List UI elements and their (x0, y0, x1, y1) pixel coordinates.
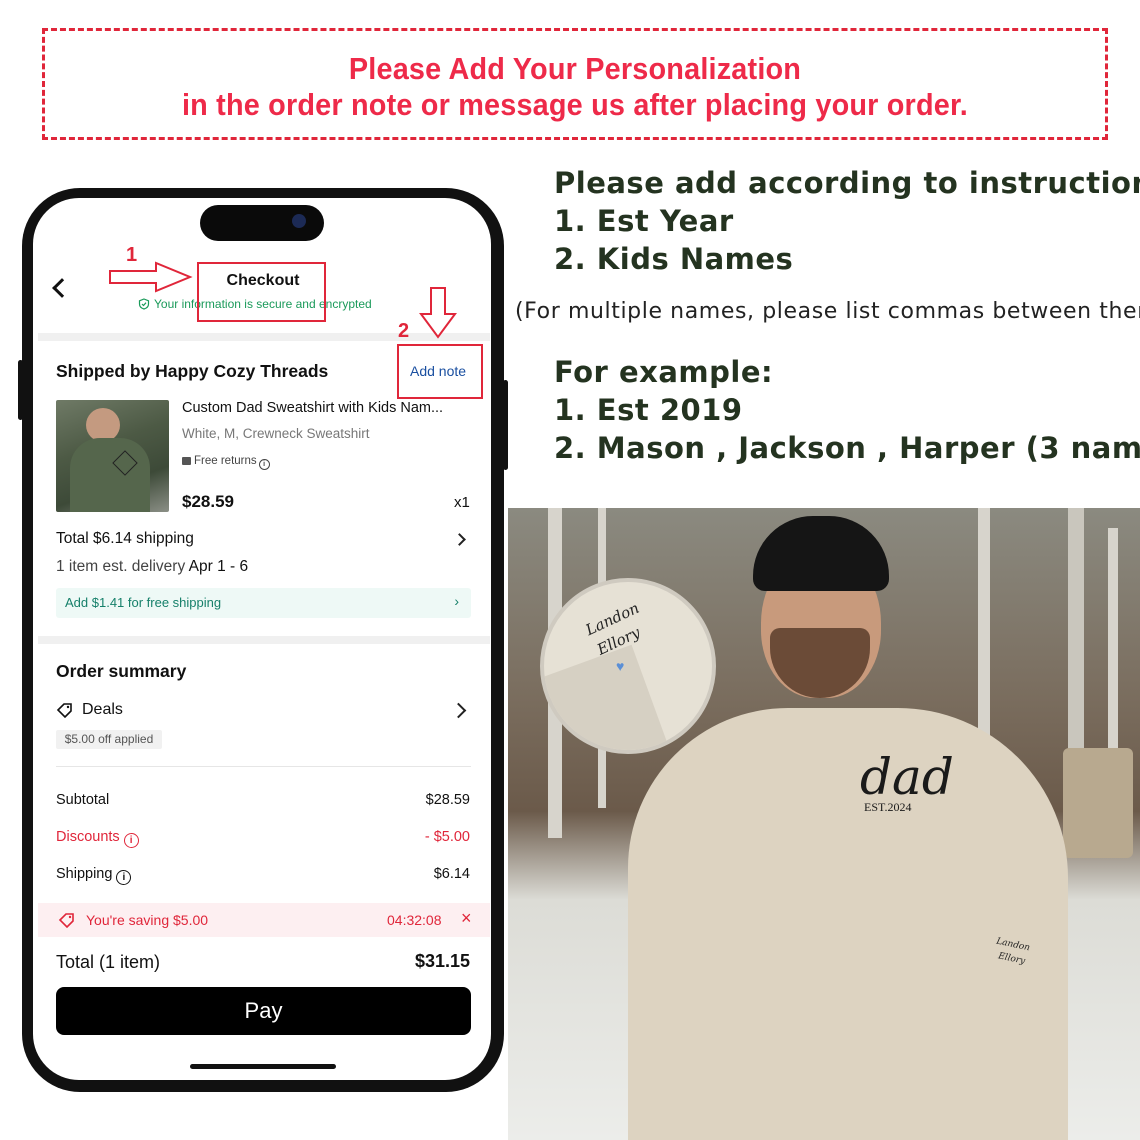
annotation-arrow-down-icon (419, 287, 457, 339)
divider (56, 766, 471, 767)
deals-label[interactable]: Deals (82, 701, 123, 719)
instructions-note: (For multiple names, please list commas … (515, 299, 1140, 324)
product-thumbnail[interactable] (56, 400, 169, 512)
discounts-label: Discounts (56, 829, 120, 845)
chest-est-text: EST.2024 (864, 800, 912, 814)
discounts-row: Discounts i (56, 829, 139, 848)
close-icon[interactable]: × (461, 908, 472, 929)
product-price: $28.59 (182, 492, 234, 511)
delivery-prefix: 1 item est. delivery (56, 558, 189, 575)
example-heading: For example: (554, 355, 774, 389)
tag-icon (58, 913, 74, 928)
free-returns: Free returns i (182, 455, 270, 470)
chest-script: dad (860, 748, 954, 806)
savings-banner: You're saving $5.00 04:32:08 × (38, 903, 490, 937)
countdown-timer: 04:32:08 (387, 912, 442, 928)
annotation-number-2: 2 (398, 320, 410, 342)
free-shipping-banner[interactable]: Add $1.41 for free shipping › (56, 588, 471, 618)
order-summary-heading: Order summary (56, 661, 187, 681)
shipping-label: Shipping (56, 866, 113, 882)
instruction-item-kids-names: 2. Kids Names (554, 242, 794, 276)
subtotal-label: Subtotal (56, 792, 110, 808)
instructions-heading: Please add according to instructions: (554, 166, 1140, 200)
product-name[interactable]: Custom Dad Sweatshirt with Kids Nam... (182, 400, 443, 416)
tag-icon (56, 703, 72, 718)
shipping-value: $6.14 (433, 866, 470, 882)
banner-line-2: in the order note or message us after pl… (181, 87, 968, 122)
banner-line-1: Please Add Your Personalization (348, 51, 802, 86)
total-value: $31.15 (414, 951, 470, 971)
personalization-banner: Please Add Your Personalization in the o… (42, 28, 1108, 140)
free-returns-label: Free returns (194, 455, 257, 467)
delivery-dates: Apr 1 - 6 (188, 558, 249, 575)
annotation-arrow-right-icon (109, 261, 193, 293)
beanie (753, 516, 889, 591)
shield-check-icon (138, 298, 150, 310)
example-kids-names: 2. Mason , Jackson , Harper (3 names) (554, 431, 1140, 465)
sleeve-closeup-inset: Landon Ellory ♥ (540, 578, 716, 754)
heart-icon: ♥ (616, 658, 625, 674)
info-icon[interactable]: i (116, 870, 132, 885)
seller-heading: Shipped by Happy Cozy Threads (56, 361, 329, 381)
shipping-total[interactable]: Total $6.14 shipping (56, 530, 194, 548)
annotation-box-add-note (397, 344, 483, 399)
deals-applied-badge: $5.00 off applied (56, 730, 162, 749)
pay-button[interactable]: Pay (56, 987, 471, 1035)
section-divider (38, 636, 490, 644)
chevron-right-icon: › (454, 593, 459, 609)
free-shipping-text: Add $1.41 for free shipping (65, 595, 222, 610)
savings-text: You're saving $5.00 (86, 912, 209, 928)
instruction-item-est-year: 1. Est Year (554, 204, 734, 238)
subtotal-value: $28.59 (425, 792, 470, 808)
product-quantity: x1 (454, 494, 470, 511)
home-indicator (190, 1064, 336, 1069)
box-icon (182, 457, 191, 465)
shipping-row: Shipping i (56, 866, 132, 885)
total-label: Total (1 item) (56, 952, 161, 972)
info-icon[interactable]: i (123, 833, 139, 848)
delivery-estimate: 1 item est. delivery Apr 1 - 6 (56, 558, 248, 576)
example-est-year: 1. Est 2019 (554, 393, 743, 427)
camera-icon (292, 214, 306, 228)
discounts-value: - $5.00 (424, 829, 470, 845)
info-icon[interactable]: i (258, 459, 270, 470)
product-photo: dad EST.2024 Landon Ellory Landon Ellory… (508, 508, 1140, 1140)
hoodie (628, 708, 1068, 1140)
product-variant: White, M, Crewneck Sweatshirt (182, 426, 370, 441)
annotation-box-checkout (197, 262, 326, 322)
